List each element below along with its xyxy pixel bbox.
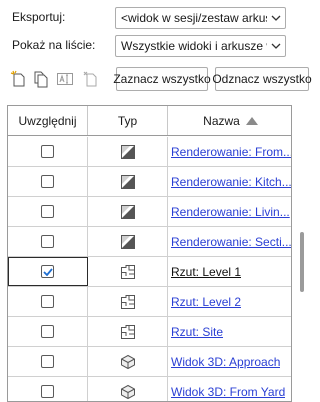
name-cell: Renderowanie: From...	[168, 137, 291, 166]
deselect-all-button[interactable]: Odznacz wszystko	[212, 67, 312, 91]
include-cell[interactable]	[8, 227, 88, 256]
view-name-link[interactable]: Renderowanie: Secti...	[171, 235, 291, 249]
table-row[interactable]: Rzut: Level 1	[8, 257, 291, 287]
type-cell	[88, 137, 168, 166]
include-cell[interactable]	[8, 137, 88, 166]
render-icon	[120, 204, 136, 220]
grid-body: Renderowanie: From... Renderowanie: Kitch…	[8, 137, 291, 401]
include-cell[interactable]	[8, 197, 88, 226]
type-cell	[88, 227, 168, 256]
floor-plan-icon	[120, 294, 136, 310]
type-cell	[88, 257, 168, 286]
include-checkbox[interactable]	[41, 325, 54, 338]
floor-plan-icon	[120, 324, 136, 340]
table-row[interactable]: Renderowanie: Kitch...	[8, 167, 291, 197]
name-cell: Widok 3D: From Yard	[168, 377, 291, 401]
type-cell	[88, 347, 168, 376]
name-cell: Rzut: Level 2	[168, 287, 291, 316]
new-set-icon[interactable]	[10, 70, 28, 88]
table-row[interactable]: Rzut: Site	[8, 317, 291, 347]
include-cell[interactable]	[8, 167, 88, 196]
include-cell[interactable]	[8, 377, 88, 401]
view-name-link[interactable]: Renderowanie: Kitch...	[171, 175, 291, 189]
type-cell	[88, 377, 168, 401]
table-row[interactable]: Renderowanie: From...	[8, 137, 291, 167]
delete-set-icon[interactable]	[82, 70, 100, 88]
export-row: Eksportuj:	[12, 10, 116, 24]
include-checkbox[interactable]	[41, 385, 54, 398]
table-row[interactable]: Widok 3D: From Yard	[8, 377, 291, 401]
show-select-value: Wszystkie widoki i arkusze w modelu	[121, 39, 267, 53]
view-name-link[interactable]: Widok 3D: Approach	[171, 355, 280, 369]
show-row: Pokaż na liście:	[12, 38, 116, 52]
view-name-link[interactable]: Rzut: Level 2	[171, 295, 241, 309]
3d-view-icon	[120, 384, 136, 400]
3d-view-icon	[120, 354, 136, 370]
table-row[interactable]: Widok 3D: Approach	[8, 347, 291, 377]
rename-set-icon[interactable]	[56, 70, 74, 88]
name-cell: Rzut: Level 1	[168, 257, 291, 286]
include-cell[interactable]	[8, 317, 88, 346]
select-all-button[interactable]: Zaznacz wszystko	[113, 67, 211, 91]
name-cell: Rzut: Site	[168, 317, 291, 346]
include-cell[interactable]	[8, 257, 88, 286]
view-name-link[interactable]: Rzut: Level 1	[171, 265, 241, 279]
type-cell	[88, 197, 168, 226]
chevron-down-icon	[267, 36, 285, 56]
view-name-link[interactable]: Widok 3D: From Yard	[171, 385, 285, 399]
type-cell	[88, 287, 168, 316]
table-row[interactable]: Renderowanie: Livin...	[8, 197, 291, 227]
include-checkbox[interactable]	[41, 235, 54, 248]
include-checkbox[interactable]	[41, 175, 54, 188]
table-row[interactable]: Renderowanie: Secti...	[8, 227, 291, 257]
table-row[interactable]: Rzut: Level 2	[8, 287, 291, 317]
vertical-scrollbar[interactable]	[300, 232, 304, 292]
name-cell: Renderowanie: Kitch...	[168, 167, 291, 196]
type-cell	[88, 317, 168, 346]
show-select[interactable]: Wszystkie widoki i arkusze w modelu	[115, 35, 286, 57]
export-label: Eksportuj:	[12, 10, 66, 24]
view-name-link[interactable]: Renderowanie: From...	[171, 145, 291, 159]
views-grid: Uwzględnij Typ Nazwa Renderowanie: From.…	[7, 105, 292, 402]
name-cell: Renderowanie: Livin...	[168, 197, 291, 226]
type-cell	[88, 167, 168, 196]
include-cell[interactable]	[8, 287, 88, 316]
render-icon	[120, 234, 136, 250]
view-name-link[interactable]: Rzut: Site	[171, 325, 223, 339]
render-icon	[120, 144, 136, 160]
include-checkbox[interactable]	[41, 265, 54, 278]
include-checkbox[interactable]	[41, 355, 54, 368]
name-cell: Widok 3D: Approach	[168, 347, 291, 376]
include-cell[interactable]	[8, 347, 88, 376]
view-name-link[interactable]: Renderowanie: Livin...	[171, 205, 290, 219]
show-label: Pokaż na liście:	[12, 38, 96, 52]
header-name-label: Nazwa	[203, 113, 240, 128]
floor-plan-icon	[120, 264, 136, 280]
include-checkbox[interactable]	[41, 145, 54, 158]
sort-ascending-icon	[245, 116, 258, 125]
name-cell: Renderowanie: Secti...	[168, 227, 291, 256]
include-checkbox[interactable]	[41, 295, 54, 308]
header-type[interactable]: Typ	[88, 106, 168, 135]
include-checkbox[interactable]	[41, 205, 54, 218]
header-name[interactable]: Nazwa	[168, 106, 291, 135]
export-select[interactable]: <widok w sesji/zestaw arkuszy>	[115, 7, 286, 29]
render-icon	[120, 174, 136, 190]
grid-header: Uwzględnij Typ Nazwa	[8, 106, 291, 136]
duplicate-set-icon[interactable]	[32, 70, 50, 88]
chevron-down-icon	[267, 8, 285, 28]
export-select-value: <widok w sesji/zestaw arkuszy>	[121, 11, 267, 25]
header-include[interactable]: Uwzględnij	[8, 106, 88, 135]
